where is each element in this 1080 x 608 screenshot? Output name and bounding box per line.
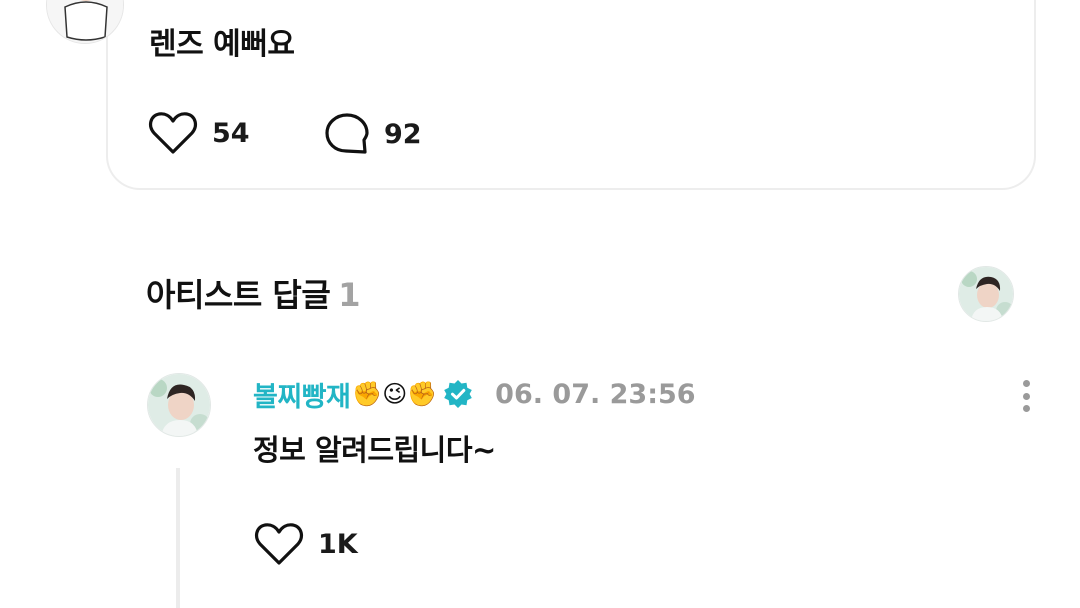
artist-avatar-small[interactable]	[958, 266, 1014, 322]
heart-outline-icon	[148, 112, 198, 154]
reply-author-avatar-image	[148, 374, 210, 436]
reply-author-emoji: ✊😉✊	[352, 380, 438, 408]
reply-author-avatar[interactable]	[147, 373, 211, 437]
reply-like-button[interactable]: 1K	[254, 521, 358, 567]
artist-replies-title: 아티스트 답글 1	[146, 270, 361, 316]
more-options-button[interactable]	[1012, 376, 1040, 416]
thread-line	[176, 468, 180, 608]
artist-replies-count: 1	[338, 276, 361, 314]
reply-author-name[interactable]: 볼찌빵재	[253, 375, 351, 414]
artist-avatar-small-image	[959, 267, 1013, 321]
reply-timestamp: 06. 07. 23:56	[495, 378, 696, 410]
more-dot-icon	[1022, 380, 1030, 387]
post-comment-button[interactable]: 92	[324, 112, 422, 156]
heart-outline-icon	[254, 523, 304, 565]
more-dot-icon	[1022, 405, 1030, 412]
verified-badge-icon	[443, 379, 473, 409]
post-comment-count: 92	[384, 118, 422, 150]
post-text: 렌즈 예뻐요	[149, 27, 295, 62]
reply-like-count: 1K	[318, 528, 358, 560]
artist-replies-title-text: 아티스트 답글	[146, 276, 331, 314]
post-like-button[interactable]: 54	[148, 110, 250, 156]
more-dot-icon	[1022, 392, 1030, 400]
reply-text: 정보 알려드립니다~	[253, 433, 496, 467]
speech-bubble-icon	[325, 113, 369, 154]
reply-header: 볼찌빵재 ✊😉✊ 06. 07. 23:56	[253, 372, 696, 416]
post-like-count: 54	[212, 117, 250, 149]
